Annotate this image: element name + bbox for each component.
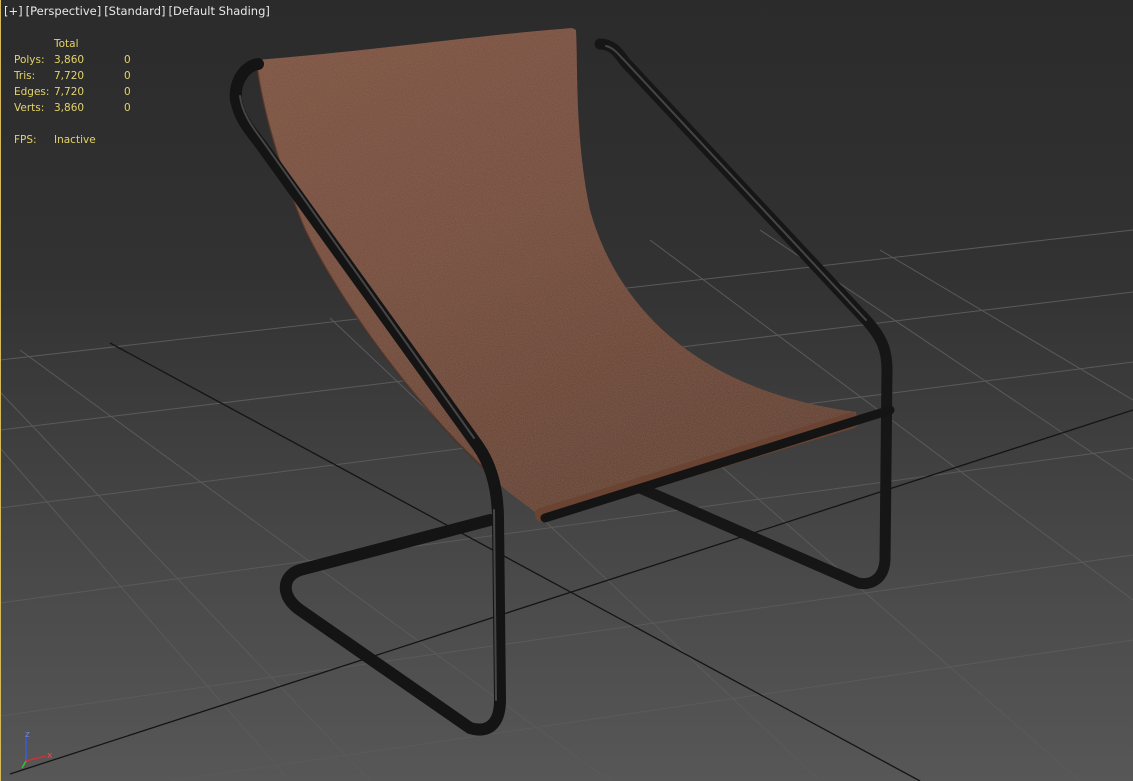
stats-selected: 0	[124, 70, 131, 82]
stats-selected: 0	[124, 86, 131, 98]
stats-row-edges: Edges: 7,720 0	[14, 84, 154, 100]
fps-label: FPS:	[14, 134, 37, 146]
stats-total: 3,860	[54, 54, 85, 66]
stats-row-polys: Polys: 3,860 0	[14, 52, 154, 68]
stats-total: 3,860	[54, 102, 85, 114]
axis-x-label: x	[47, 751, 53, 761]
viewport-shading-menu[interactable]: [Default Shading]	[168, 4, 269, 18]
stats-row-fps: FPS: Inactive	[14, 132, 154, 148]
scene-statistics: Total Polys: 3,860 0 Tris: 7,720 0 Edges…	[14, 36, 154, 148]
stats-header: Total	[54, 38, 79, 50]
viewport-active-border	[0, 0, 1, 781]
perspective-viewport[interactable]: [+] [Perspective] [Standard] [Default Shadi…	[0, 0, 1133, 781]
grid-line	[879, 249, 1133, 401]
stats-total: 7,720	[54, 86, 85, 98]
stats-label: Verts:	[14, 102, 45, 114]
grid-line	[0, 554, 1133, 717]
viewport-plus-menu[interactable]: [+]	[4, 4, 23, 18]
stats-row-tris: Tris: 7,720 0	[14, 68, 154, 84]
viewport-pov-menu[interactable]: [Perspective]	[26, 4, 102, 18]
axis-x-line	[25, 755, 47, 762]
stats-total: 7,720	[54, 70, 85, 82]
stats-row-verts: Verts: 3,860 0	[14, 100, 154, 116]
stats-selected: 0	[124, 102, 131, 114]
stats-label: Edges:	[14, 86, 50, 98]
viewport-view-standard-menu[interactable]: [Standard]	[104, 4, 165, 18]
grid-line	[0, 391, 371, 781]
stats-label: Polys:	[14, 54, 45, 66]
stats-label: Tris:	[14, 70, 36, 82]
stats-selected: 0	[124, 54, 131, 66]
grid-line	[169, 639, 1133, 781]
viewport-label-menu: [+] [Perspective] [Standard] [Default Shadi…	[4, 4, 270, 18]
axis-y-line	[21, 760, 27, 769]
axis-z-label: z	[25, 730, 30, 740]
viewport-scene[interactable]	[0, 0, 1133, 781]
axis-tripod-icon: z x	[21, 730, 53, 769]
fps-value: Inactive	[54, 134, 96, 146]
